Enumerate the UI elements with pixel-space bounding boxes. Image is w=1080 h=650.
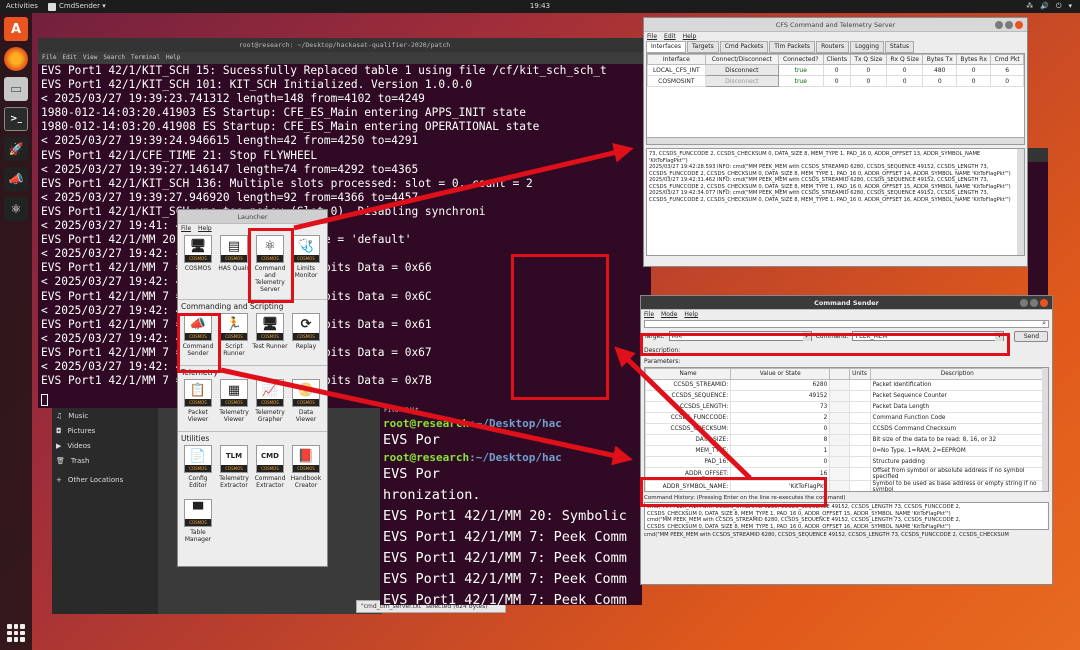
arrow-to-server — [293, 143, 634, 231]
arrow-addr-to-data — [614, 346, 752, 480]
annotation-arrows — [220, 143, 752, 480]
arrow-to-sender — [220, 367, 633, 466]
